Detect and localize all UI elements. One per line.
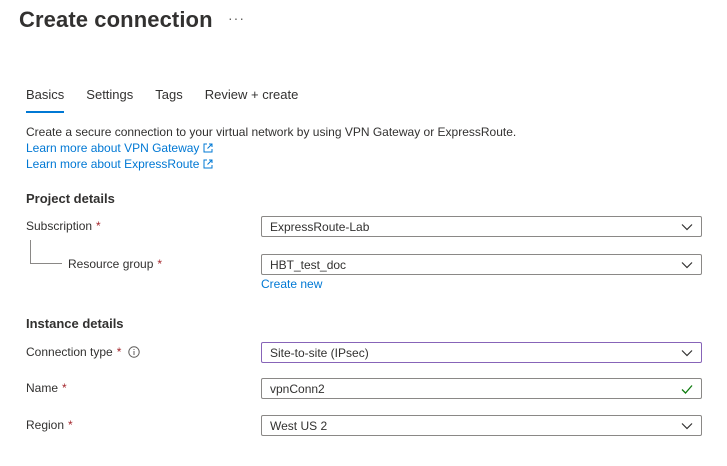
tree-connector-horizontal bbox=[30, 263, 62, 264]
required-marker: * bbox=[68, 418, 73, 432]
subscription-label: Subscription * bbox=[26, 219, 101, 233]
learn-more-vpn-gateway-link[interactable]: Learn more about VPN Gateway bbox=[26, 140, 213, 156]
chevron-down-icon bbox=[681, 261, 693, 268]
chevron-down-icon bbox=[681, 223, 693, 230]
tab-basics[interactable]: Basics bbox=[26, 87, 65, 113]
learn-more-expressroute-link[interactable]: Learn more about ExpressRoute bbox=[26, 156, 213, 172]
connection-type-value: Site-to-site (IPsec) bbox=[270, 345, 369, 360]
name-value: vpnConn2 bbox=[270, 381, 325, 396]
create-new-resource-group-link[interactable]: Create new bbox=[261, 277, 322, 291]
page-title: Create connection bbox=[19, 7, 213, 32]
required-marker: * bbox=[116, 345, 122, 359]
required-marker: * bbox=[157, 257, 163, 271]
required-marker: * bbox=[62, 381, 67, 395]
more-options-ellipsis-icon[interactable]: ··· bbox=[228, 10, 245, 26]
name-label-text: Name bbox=[26, 381, 59, 395]
subscription-value: ExpressRoute-Lab bbox=[270, 219, 370, 234]
external-link-icon bbox=[203, 143, 213, 153]
region-value: West US 2 bbox=[270, 418, 328, 433]
connection-type-dropdown[interactable]: Site-to-site (IPsec) bbox=[261, 342, 702, 363]
create-connection-page: Create connection ··· Basics Settings Ta… bbox=[0, 0, 727, 466]
link-label: Learn more about ExpressRoute bbox=[26, 157, 200, 171]
tab-settings[interactable]: Settings bbox=[86, 87, 133, 113]
resource-group-label-text: Resource group bbox=[68, 257, 154, 271]
info-icon[interactable] bbox=[128, 346, 141, 358]
region-label: Region * bbox=[26, 418, 73, 432]
project-details-heading: Project details bbox=[26, 191, 115, 206]
tab-bar: Basics Settings Tags Review + create bbox=[26, 87, 320, 113]
region-dropdown[interactable]: West US 2 bbox=[261, 415, 702, 436]
intro-description: Create a secure connection to your virtu… bbox=[26, 125, 517, 139]
checkmark-icon bbox=[681, 384, 693, 394]
external-link-icon bbox=[203, 159, 213, 169]
connection-type-label: Connection type * bbox=[26, 345, 141, 359]
tree-connector-vertical bbox=[30, 240, 31, 263]
subscription-label-text: Subscription bbox=[26, 219, 93, 233]
resource-group-label: Resource group * bbox=[68, 257, 162, 271]
required-marker: * bbox=[96, 219, 101, 233]
subscription-dropdown[interactable]: ExpressRoute-Lab bbox=[261, 216, 702, 237]
instance-details-heading: Instance details bbox=[26, 316, 124, 331]
chevron-down-icon bbox=[681, 349, 693, 356]
tab-review-create[interactable]: Review + create bbox=[205, 87, 299, 113]
connection-type-label-text: Connection type bbox=[26, 345, 113, 359]
link-label: Learn more about VPN Gateway bbox=[26, 141, 200, 155]
chevron-down-icon bbox=[681, 422, 693, 429]
name-label: Name * bbox=[26, 381, 67, 395]
resource-group-dropdown[interactable]: HBT_test_doc bbox=[261, 254, 702, 275]
resource-group-value: HBT_test_doc bbox=[270, 257, 347, 272]
tab-tags[interactable]: Tags bbox=[155, 87, 182, 113]
region-label-text: Region bbox=[26, 418, 65, 432]
name-input[interactable]: vpnConn2 bbox=[261, 378, 702, 399]
